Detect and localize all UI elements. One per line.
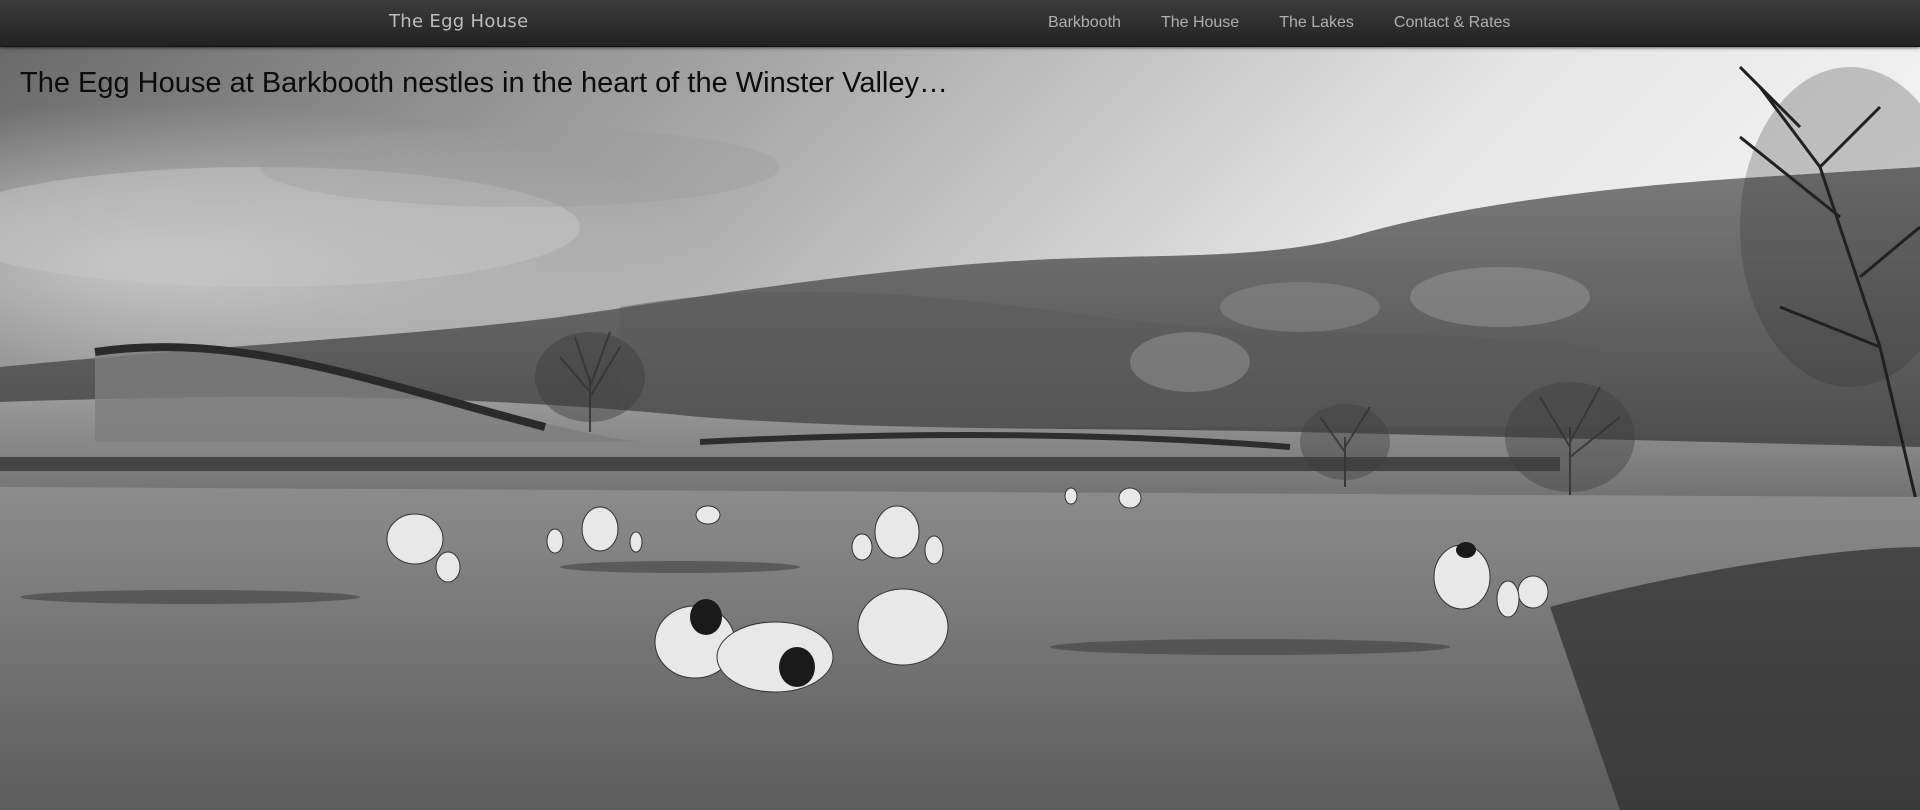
nav-link-the-lakes[interactable]: The Lakes [1259, 0, 1374, 46]
main-nav: Barkbooth The House The Lakes Contact & … [1028, 0, 1530, 46]
hero-landscape-image [0, 47, 1920, 810]
nav-link-the-house[interactable]: The House [1141, 0, 1259, 46]
site-brand-link[interactable]: The Egg House [389, 11, 528, 32]
nav-item-the-house: The House [1141, 0, 1259, 46]
nav-item-contact-rates: Contact & Rates [1374, 0, 1531, 46]
nav-item-the-lakes: The Lakes [1259, 0, 1374, 46]
nav-item-barkbooth: Barkbooth [1028, 0, 1141, 46]
nav-link-contact-rates[interactable]: Contact & Rates [1374, 0, 1531, 46]
nav-link-barkbooth[interactable]: Barkbooth [1028, 0, 1141, 46]
top-navbar: The Egg House Barkbooth The House The La… [0, 0, 1920, 47]
hero-section: The Egg House at Barkbooth nestles in th… [0, 47, 1920, 810]
hero-caption: The Egg House at Barkbooth nestles in th… [20, 67, 948, 99]
